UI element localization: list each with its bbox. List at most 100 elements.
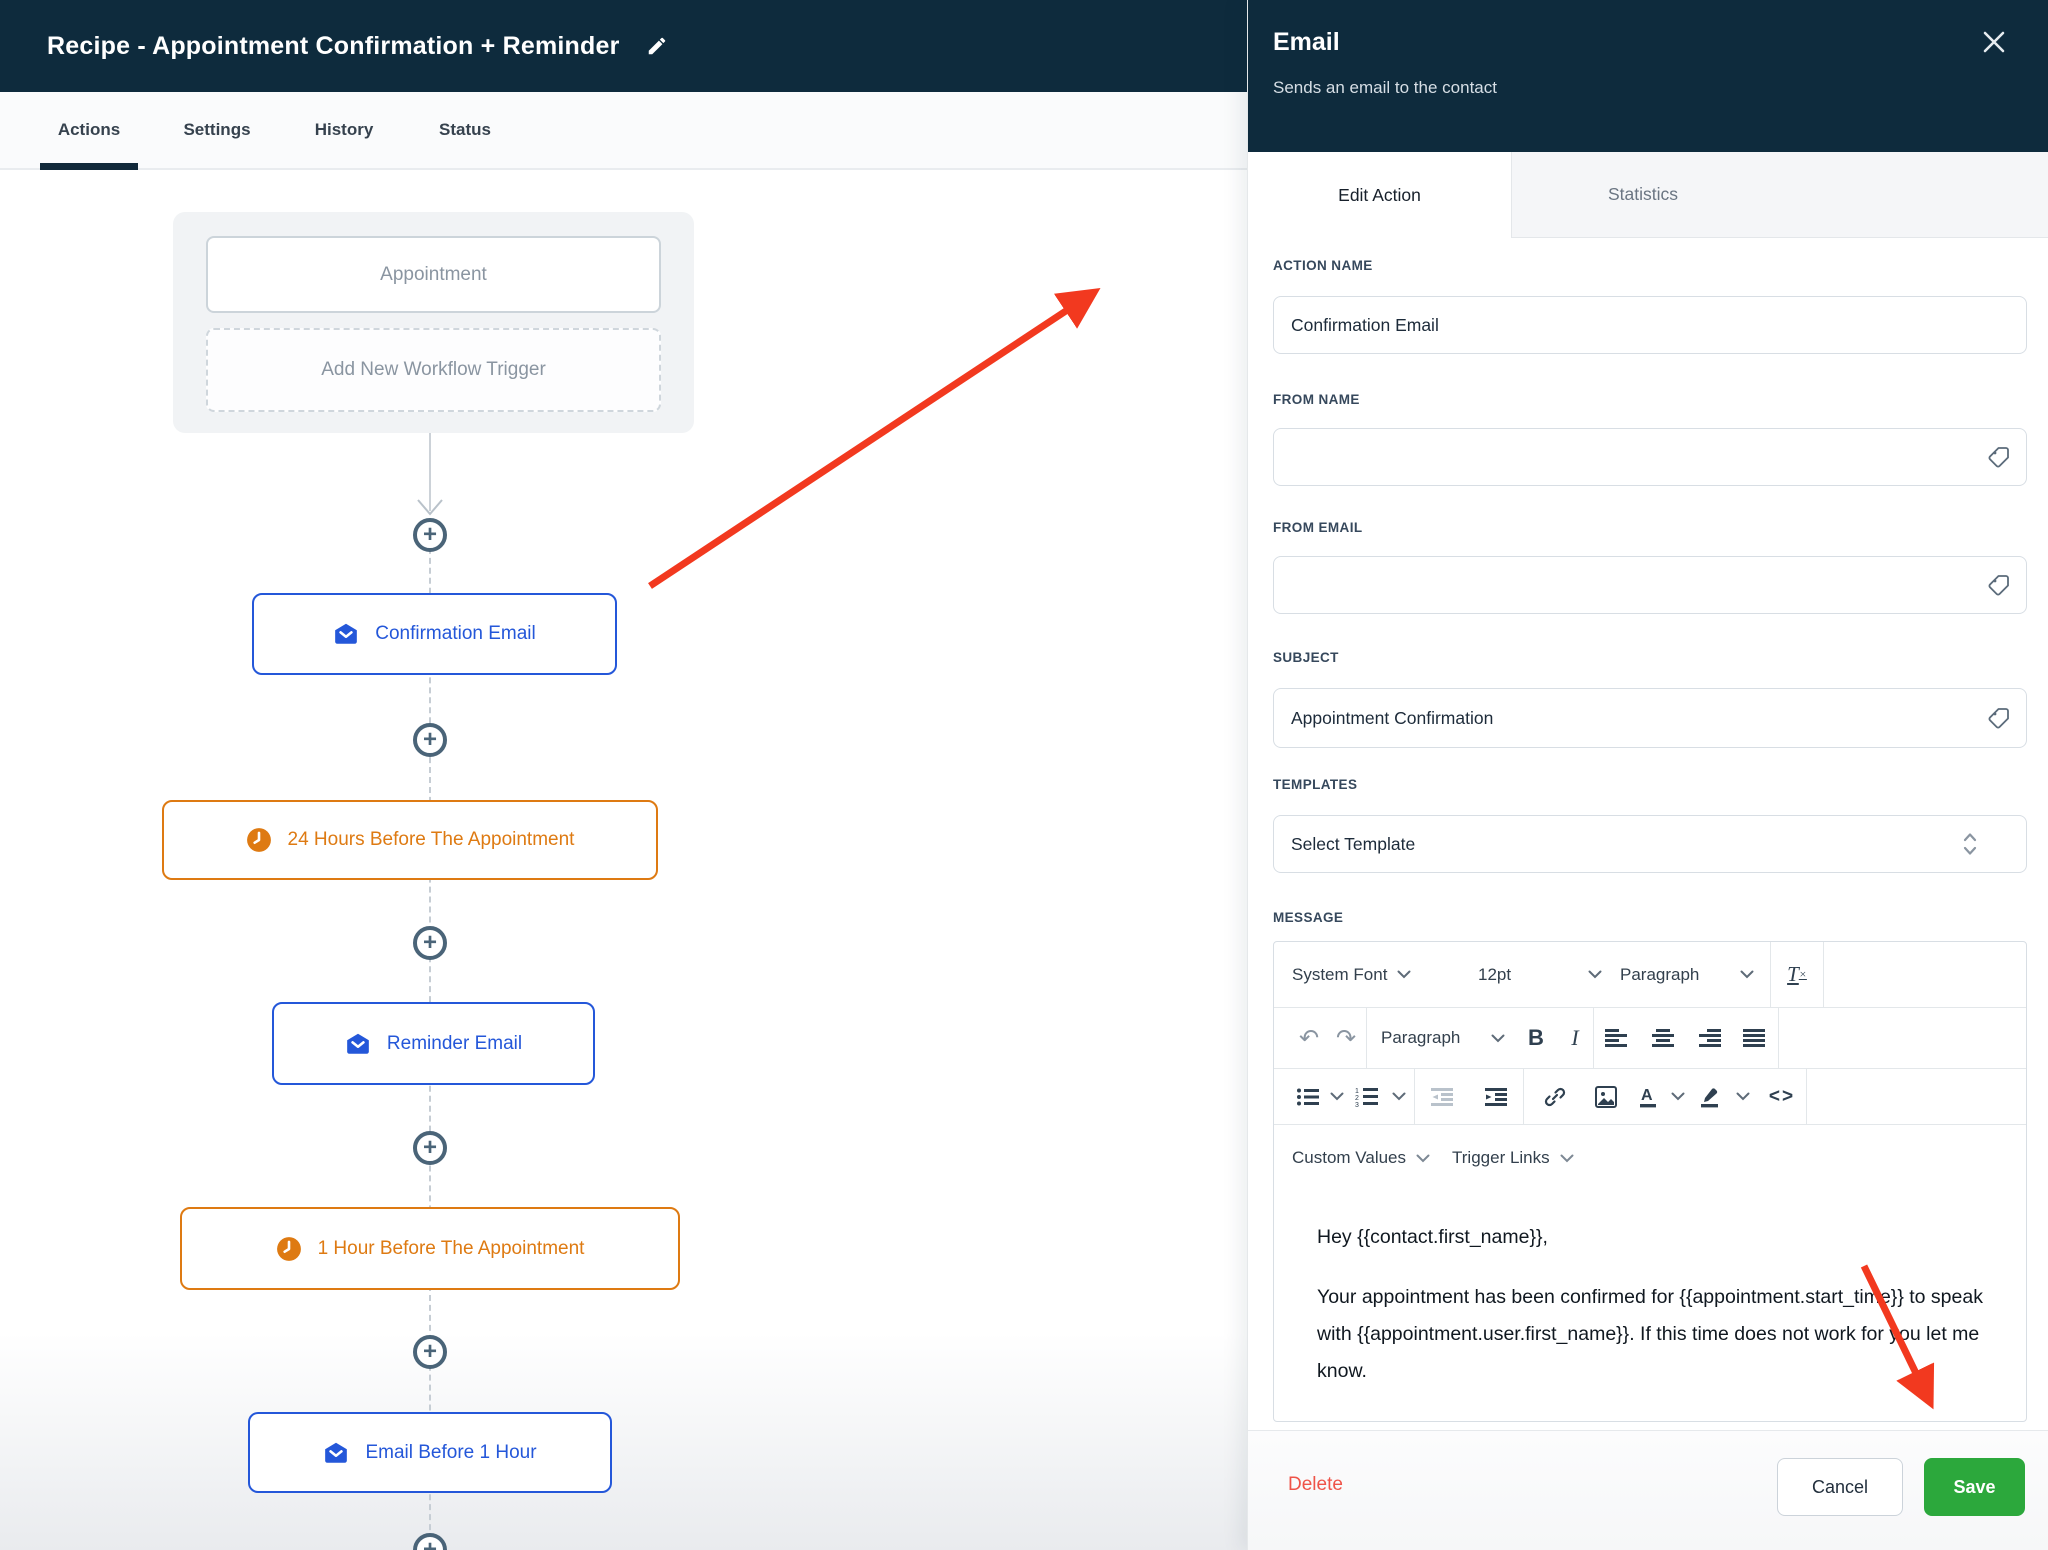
bullet-list-icon[interactable] <box>1292 1088 1324 1106</box>
insert-link-icon[interactable] <box>1530 1085 1580 1109</box>
align-right-icon[interactable] <box>1686 1028 1732 1048</box>
email-icon <box>333 621 359 647</box>
node-label: Confirmation Email <box>375 623 536 645</box>
trigger-card: Appointment Add New Workflow Trigger <box>173 212 694 433</box>
chevron-down-icon <box>1740 970 1754 979</box>
numbered-list-icon[interactable]: 123 <box>1350 1087 1384 1107</box>
close-icon[interactable] <box>1980 28 2008 56</box>
tab-statistics[interactable]: Statistics <box>1511 152 1774 238</box>
clear-formatting-icon[interactable]: T× <box>1771 962 1823 987</box>
cancel-button[interactable]: Cancel <box>1777 1458 1903 1516</box>
add-action-button[interactable]: + <box>413 1131 447 1165</box>
italic-icon[interactable]: I <box>1557 1025 1593 1051</box>
paragraph-format-dropdown[interactable]: Paragraph <box>1367 1028 1515 1048</box>
template-select-value: Select Template <box>1291 834 1415 855</box>
node-label: Email Before 1 Hour <box>365 1442 536 1464</box>
node-label: 24 Hours Before The Appointment <box>288 829 575 851</box>
undo-icon[interactable]: ↶ <box>1292 1024 1326 1053</box>
text-color-icon[interactable]: A <box>1632 1085 1664 1109</box>
panel-title: Email <box>1273 28 1340 57</box>
block-format-dropdown[interactable]: Paragraph <box>1620 965 1770 985</box>
message-body[interactable]: Hey {{contact.first_name}}, Your appoint… <box>1274 1191 2026 1390</box>
chevron-down-icon[interactable] <box>1384 1092 1414 1101</box>
edit-title-pencil-icon[interactable] <box>646 35 668 57</box>
indent-icon[interactable] <box>1471 1088 1523 1106</box>
chevron-down-icon[interactable] <box>1664 1092 1692 1101</box>
node-label: Reminder Email <box>387 1033 522 1055</box>
email-action-panel: Email Sends an email to the contact Edit… <box>1247 0 2048 1550</box>
workflow-node-wait-24-hours[interactable]: 24 Hours Before The Appointment <box>162 800 658 880</box>
tab-history[interactable]: History <box>308 92 380 168</box>
align-left-icon[interactable] <box>1594 1028 1640 1048</box>
subject-input[interactable] <box>1273 688 2027 748</box>
custom-values-dropdown[interactable]: Custom Values <box>1292 1148 1430 1168</box>
from-name-input[interactable] <box>1273 428 2027 486</box>
panel-footer: Delete Cancel Save <box>1248 1430 2048 1550</box>
tab-settings[interactable]: Settings <box>178 92 256 168</box>
message-label: MESSAGE <box>1273 910 1343 925</box>
select-chevrons-icon <box>1961 831 1979 857</box>
align-center-icon[interactable] <box>1640 1028 1686 1048</box>
highlight-color-icon[interactable] <box>1692 1085 1728 1109</box>
message-editor: System Font 12pt Paragraph T× ↶ <box>1273 941 2027 1422</box>
add-action-button[interactable]: + <box>413 926 447 960</box>
from-email-input[interactable] <box>1273 556 2027 614</box>
message-paragraph: Your appointment has been confirmed for … <box>1317 1279 1986 1390</box>
workflow-node-reminder-email[interactable]: Reminder Email <box>272 1002 595 1085</box>
chevron-down-icon[interactable] <box>1324 1092 1350 1101</box>
workflow-canvas: Recipe - Appointment Confirmation + Remi… <box>0 0 1247 1550</box>
panel-tabs-filler <box>1774 152 2048 238</box>
align-justify-icon[interactable] <box>1732 1028 1778 1048</box>
from-email-label: FROM EMAIL <box>1273 520 1363 535</box>
add-action-button[interactable]: + <box>413 1533 447 1550</box>
clock-icon <box>276 1236 302 1262</box>
email-icon <box>345 1031 371 1057</box>
active-tab-underline <box>40 163 138 170</box>
chevron-down-icon[interactable] <box>1728 1092 1758 1101</box>
redo-icon[interactable]: ↷ <box>1326 1024 1366 1053</box>
editor-toolbar-row-1: System Font 12pt Paragraph T× <box>1274 942 2026 1008</box>
clock-icon <box>246 827 272 853</box>
workflow-title: Recipe - Appointment Confirmation + Remi… <box>47 32 620 61</box>
tab-edit-action[interactable]: Edit Action <box>1248 152 1511 238</box>
svg-text:1: 1 <box>1355 1088 1359 1095</box>
tab-status[interactable]: Status <box>432 92 498 168</box>
from-name-label: FROM NAME <box>1273 392 1360 407</box>
tab-actions[interactable]: Actions <box>40 92 138 168</box>
panel-subtitle: Sends an email to the contact <box>1273 78 1497 98</box>
save-button[interactable]: Save <box>1924 1458 2025 1516</box>
workflow-node-wait-1-hour[interactable]: 1 Hour Before The Appointment <box>180 1207 680 1290</box>
email-icon <box>323 1440 349 1466</box>
template-select[interactable]: Select Template <box>1273 815 2027 873</box>
font-family-dropdown[interactable]: System Font <box>1292 965 1470 985</box>
add-action-button[interactable]: + <box>413 1335 447 1369</box>
add-action-button[interactable]: + <box>413 518 447 552</box>
workflow-node-confirmation-email[interactable]: Confirmation Email <box>252 593 617 675</box>
editor-toolbar-row-4: Custom Values Trigger Links <box>1274 1125 2026 1191</box>
chevron-down-icon <box>1560 1154 1574 1163</box>
templates-label: TEMPLATES <box>1273 777 1357 792</box>
subject-label: SUBJECT <box>1273 650 1339 665</box>
chevron-down-icon <box>1588 970 1602 979</box>
delete-button[interactable]: Delete <box>1288 1474 1343 1496</box>
svg-text:A: A <box>1641 1087 1653 1104</box>
workflow-header: Recipe - Appointment Confirmation + Remi… <box>0 0 1247 92</box>
font-size-dropdown[interactable]: 12pt <box>1470 965 1620 985</box>
trigger-appointment[interactable]: Appointment <box>206 236 661 313</box>
add-new-workflow-trigger-button[interactable]: Add New Workflow Trigger <box>206 328 661 412</box>
workflow-node-email-before-1-hour[interactable]: Email Before 1 Hour <box>248 1412 612 1493</box>
insert-image-icon[interactable] <box>1580 1085 1632 1109</box>
bold-icon[interactable]: B <box>1515 1025 1557 1051</box>
chevron-down-icon <box>1416 1154 1430 1163</box>
panel-header: Email Sends an email to the contact <box>1248 0 2048 152</box>
action-name-input[interactable] <box>1273 296 2027 354</box>
trigger-links-dropdown[interactable]: Trigger Links <box>1452 1148 1574 1168</box>
outdent-icon[interactable] <box>1415 1088 1471 1106</box>
chevron-down-icon <box>1397 970 1411 979</box>
workflow-tabs: Actions Settings History Status <box>0 92 1247 170</box>
merge-tag-icon[interactable] <box>1985 444 2011 470</box>
source-code-icon[interactable]: <> <box>1758 1086 1806 1108</box>
merge-tag-icon[interactable] <box>1985 705 2011 731</box>
add-action-button[interactable]: + <box>413 723 447 757</box>
merge-tag-icon[interactable] <box>1985 572 2011 598</box>
